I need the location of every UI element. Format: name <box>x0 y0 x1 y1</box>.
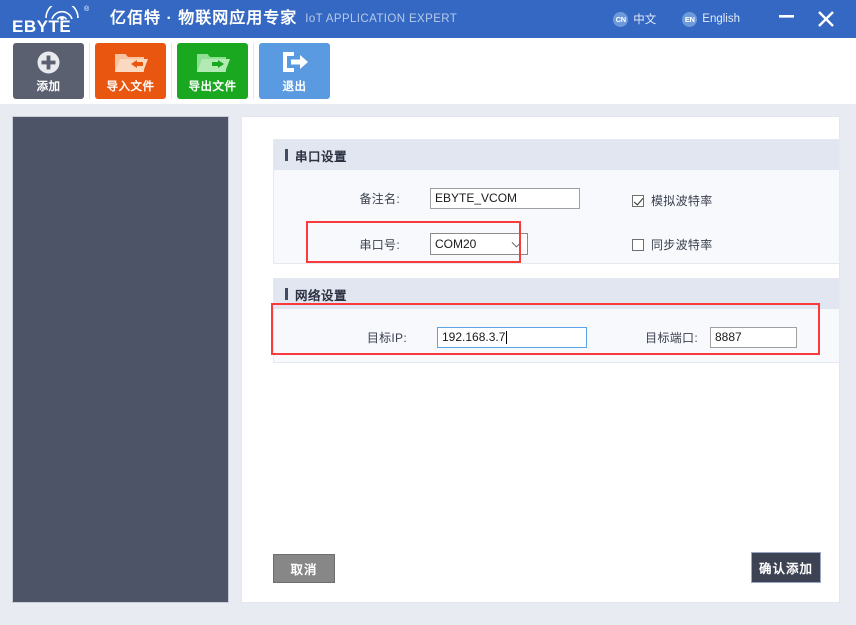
cancel-button[interactable]: 取消 <box>273 554 335 583</box>
language-chinese-button[interactable]: CN 中文 <box>613 11 656 27</box>
remark-name-value: EBYTE_VCOM <box>435 189 517 208</box>
toolbar-divider <box>171 43 172 99</box>
language-english-label: English <box>702 13 740 25</box>
serial-settings-section: 串口设置 备注名: EBYTE_VCOM 模拟波特率 串口号: COM20 <box>273 139 840 264</box>
main-toolbar: 添加 导入文件 导出文件 <box>0 38 856 104</box>
application-window: EBYTE ® 亿佰特 · 物联网应用专家 IoT APPLICATION EX… <box>0 0 856 625</box>
en-badge-icon: EN <box>682 12 697 27</box>
toolbar-label-exit: 退出 <box>283 78 307 94</box>
network-section-body: 目标IP: 192.168.3.7 目标端口: 8887 <box>274 309 839 362</box>
ebyte-logo: EBYTE ® 亿佰特 · 物联网应用专家 IoT APPLICATION EX… <box>12 0 457 38</box>
remark-name-input[interactable]: EBYTE_VCOM <box>430 188 580 209</box>
network-section-title: 网络设置 <box>295 285 347 304</box>
sim-baud-checkbox[interactable] <box>632 195 644 207</box>
minimize-icon <box>779 15 794 18</box>
network-section-header: 网络设置 <box>274 279 839 309</box>
target-port-row: 目标端口: 8887 <box>632 327 797 348</box>
device-list-panel[interactable] <box>12 116 229 603</box>
brand-title-cn: 亿佰特 · 物联网应用专家 <box>110 0 297 38</box>
serial-port-value: COM20 <box>435 237 476 251</box>
brand-tagline: IoT APPLICATION EXPERT <box>305 0 457 38</box>
chevron-down-icon <box>512 238 522 248</box>
toolbar-divider <box>253 43 254 99</box>
close-icon <box>818 11 834 27</box>
folder-export-icon <box>196 48 230 76</box>
confirm-add-button[interactable]: 确认添加 <box>751 552 821 583</box>
remark-name-label: 备注名: <box>274 190 400 207</box>
toolbar-button-export[interactable]: 导出文件 <box>177 43 248 99</box>
sim-baud-label: 模拟波特率 <box>651 192 713 209</box>
toolbar-button-add[interactable]: 添加 <box>13 43 84 99</box>
section-accent-bar <box>285 288 288 300</box>
plus-circle-icon <box>36 48 61 76</box>
toolbar-button-import[interactable]: 导入文件 <box>95 43 166 99</box>
toolbar-button-exit[interactable]: 退出 <box>259 43 330 99</box>
language-english-button[interactable]: EN English <box>682 12 740 27</box>
network-settings-section: 网络设置 目标IP: 192.168.3.7 目标端口: 8887 <box>273 278 840 363</box>
serial-port-select[interactable]: COM20 <box>430 233 528 255</box>
confirm-add-button-label: 确认添加 <box>759 558 813 577</box>
text-caret <box>506 331 507 344</box>
logo-wordmark: EBYTE <box>12 17 71 37</box>
toolbar-divider <box>89 43 90 99</box>
target-ip-input[interactable]: 192.168.3.7 <box>437 327 587 348</box>
settings-card: 串口设置 备注名: EBYTE_VCOM 模拟波特率 串口号: COM20 <box>241 116 840 603</box>
registered-mark: ® <box>84 6 89 13</box>
section-accent-bar <box>285 149 288 161</box>
toolbar-label-add: 添加 <box>37 78 61 94</box>
target-ip-row: 目标IP: 192.168.3.7 <box>274 327 587 348</box>
minimize-button[interactable] <box>766 0 806 38</box>
close-button[interactable] <box>806 0 846 38</box>
exit-arrow-icon <box>281 48 309 76</box>
target-ip-value: 192.168.3.7 <box>442 328 505 347</box>
serial-section-body: 备注名: EBYTE_VCOM 模拟波特率 串口号: COM20 <box>274 170 839 263</box>
logo-mark: EBYTE ® <box>12 4 104 38</box>
folder-import-icon <box>114 48 148 76</box>
serial-section-header: 串口设置 <box>274 140 839 170</box>
serial-port-row: 串口号: COM20 <box>274 233 528 255</box>
toolbar-label-import: 导入文件 <box>107 78 155 94</box>
cancel-button-label: 取消 <box>290 559 317 578</box>
language-chinese-label: 中文 <box>633 11 656 27</box>
cn-badge-icon: CN <box>613 12 628 27</box>
titlebar-controls: CN 中文 EN English <box>613 0 856 38</box>
serial-port-label: 串口号: <box>274 236 400 253</box>
sync-baud-checkbox-row[interactable]: 同步波特率 <box>632 236 713 253</box>
sync-baud-checkbox[interactable] <box>632 239 644 251</box>
target-port-label: 目标端口: <box>632 329 698 346</box>
remark-name-row: 备注名: EBYTE_VCOM <box>274 188 580 209</box>
toolbar-label-export: 导出文件 <box>189 78 237 94</box>
sim-baud-checkbox-row[interactable]: 模拟波特率 <box>632 192 713 209</box>
target-port-value: 8887 <box>715 328 742 347</box>
target-ip-label: 目标IP: <box>274 329 407 346</box>
serial-section-title: 串口设置 <box>295 146 347 165</box>
title-bar: EBYTE ® 亿佰特 · 物联网应用专家 IoT APPLICATION EX… <box>0 0 856 38</box>
target-port-input[interactable]: 8887 <box>710 327 797 348</box>
sync-baud-label: 同步波特率 <box>651 236 713 253</box>
